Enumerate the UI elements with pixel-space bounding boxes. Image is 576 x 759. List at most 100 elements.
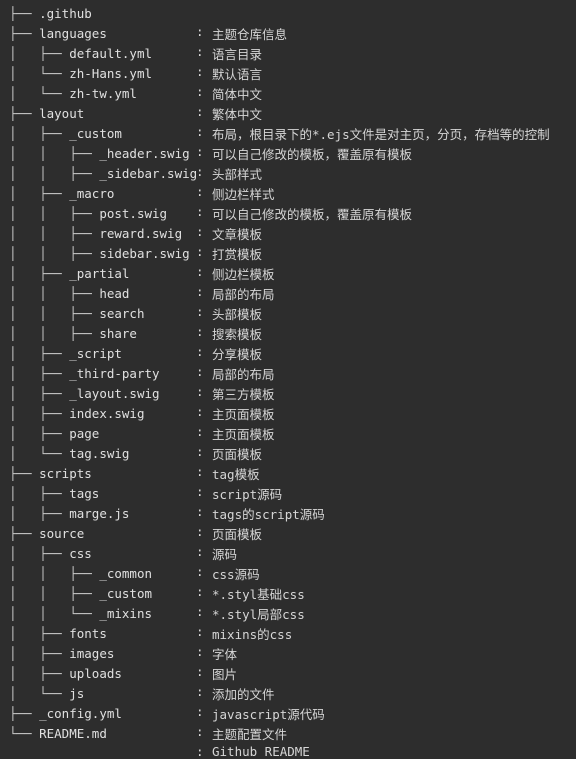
- tree-row: │ └── zh-tw.yml: 繁体中文: [0, 84, 576, 122]
- tree-entry-name: tag.swig: [69, 446, 130, 461]
- tree-branch-glyph: │ └──: [9, 86, 70, 101]
- tree-branch-glyph: │ ├──: [9, 626, 70, 641]
- tree-branch-glyph: │ │ ├──: [9, 246, 100, 261]
- tree-entry-name: share: [99, 326, 137, 341]
- tree-branch-glyph: │ │ ├──: [9, 226, 100, 241]
- tree-branch-glyph: │ │ └──: [9, 606, 100, 621]
- tree-row: │ │ ├── reward.swig: 打赏模板: [0, 224, 576, 262]
- tree-row: │ ├── _partial: 局部的布局: [0, 264, 576, 302]
- tree-entry-name: default.yml: [69, 46, 153, 61]
- tree-row: │ │ ├── sidebar.swig: 侧边栏模板: [0, 244, 576, 282]
- tree-entry-name: scripts: [39, 466, 92, 481]
- tree-entry-name: images: [69, 646, 115, 661]
- tree-row: │ ├── _script: 局部的布局: [0, 344, 576, 382]
- tree-branch-glyph: │ ├──: [9, 46, 70, 61]
- tree-branch-glyph: │ ├──: [9, 486, 70, 501]
- tree-entry-name: reward.swig: [99, 226, 183, 241]
- tree-row: │ │ ├── _header.swig: 头部样式: [0, 144, 576, 182]
- tree-branch-glyph: │ ├──: [9, 546, 70, 561]
- tree-entry-name: languages: [39, 26, 107, 41]
- tree-entry-name: post.swig: [99, 206, 168, 221]
- tree-branch-glyph: │ │ ├──: [9, 286, 100, 301]
- tree-branch-glyph: ├──: [9, 6, 40, 21]
- tree-entry-name: _header.swig: [99, 146, 190, 161]
- tree-entry-name: _partial: [69, 266, 130, 281]
- tree-entry-name: _script: [69, 346, 122, 361]
- tree-entry-name: source: [39, 526, 85, 541]
- tree-entry-name: uploads: [69, 666, 122, 681]
- tree-branch-glyph: │ │ ├──: [9, 306, 100, 321]
- tree-row: │ │ └── _mixins: mixins的css: [0, 604, 576, 642]
- tree-entry-name: _mixins: [99, 606, 152, 621]
- tree-branch-glyph: │ │ ├──: [9, 566, 100, 581]
- tree-entry-name: _third-party: [69, 366, 160, 381]
- tree-branch-glyph: ├──: [9, 26, 40, 41]
- tree-branch-glyph: │ ├──: [9, 646, 70, 661]
- tree-entry-name: _config.yml: [39, 706, 122, 721]
- tree-branch-glyph: ├──: [9, 526, 40, 541]
- tree-branch-glyph: │ ├──: [9, 126, 70, 141]
- tree-branch-glyph: │ ├──: [9, 406, 70, 421]
- tree-row: │ │ ├── _sidebar.swig: 侧边栏样式: [0, 164, 576, 202]
- tree-branch-glyph: ├──: [9, 466, 40, 481]
- tree-entry-name: README.md: [39, 726, 107, 741]
- tree-row: │ ├── tags: tags的script源码: [0, 484, 576, 522]
- tree-entry-name: _layout.swig: [69, 386, 160, 401]
- tree-row: │ └── zh-Hans.yml: 简体中文: [0, 64, 576, 102]
- tree-row: │ └── js: javascript源代码: [0, 684, 576, 722]
- tree-branch-glyph: │ │ ├──: [9, 146, 100, 161]
- tree-row: ├── scripts: script源码: [0, 464, 576, 502]
- tree-branch-glyph: │ ├──: [9, 386, 70, 401]
- tree-entry-name: _macro: [69, 186, 115, 201]
- tree-row: │ │ ├── search: 搜索模板: [0, 304, 576, 342]
- tree-branch-glyph: │ │ ├──: [9, 206, 100, 221]
- tree-row: │ ├── images: 图片: [0, 644, 576, 682]
- tree-row: ├── layout: 布局，根目录下的*.ejs文件是对主页，分页，存档等的控制: [0, 104, 576, 142]
- tree-branch-glyph: │ ├──: [9, 666, 70, 681]
- tree-branch-glyph: │ ├──: [9, 346, 70, 361]
- tree-row: └── README.md: Github README: [0, 724, 576, 759]
- tree-entry-name: _common: [99, 566, 152, 581]
- tree-entry-name: _custom: [69, 126, 122, 141]
- tree-row: │ │ ├── share: 分享模板: [0, 324, 576, 362]
- tree-row: ├── languages: 语言目录: [0, 24, 576, 62]
- tree-branch-glyph: ├──: [9, 106, 40, 121]
- tree-branch-glyph: │ └──: [9, 446, 70, 461]
- tree-row: │ ├── _custom: 可以自己修改的模板，覆盖原有模板: [0, 124, 576, 162]
- tree-branch-glyph: │ └──: [9, 66, 70, 81]
- tree-row: │ ├── page: 页面模板: [0, 424, 576, 462]
- tree-entry-name: page: [69, 426, 100, 441]
- tree-row: │ ├── index.swig: 主页面模板: [0, 404, 576, 442]
- tree-entry-name: marge.js: [69, 506, 130, 521]
- tree-entry-name: _sidebar.swig: [99, 166, 198, 181]
- tree-entry-name: _custom: [99, 586, 152, 601]
- tree-row: │ ├── css: css源码: [0, 544, 576, 582]
- tree-branch-glyph: └──: [9, 726, 40, 741]
- tree-row: │ └── tag.swig: tag模板: [0, 444, 576, 482]
- tree-row: │ ├── marge.js: 页面模板: [0, 504, 576, 542]
- tree-entry-name: js: [69, 686, 85, 701]
- tree-branch-glyph: │ ├──: [9, 266, 70, 281]
- tree-row: │ ├── _layout.swig: 主页面模板: [0, 384, 576, 422]
- tree-entry-name: css: [69, 546, 92, 561]
- tree-row: │ │ ├── _custom: *.styl局部css: [0, 584, 576, 622]
- tree-entry-name: zh-tw.yml: [69, 86, 137, 101]
- tree-row: ├── _config.yml: 主题配置文件: [0, 704, 576, 742]
- tree-entry-name: zh-Hans.yml: [69, 66, 153, 81]
- tree-row: │ ├── _third-party: 第三方模板: [0, 364, 576, 402]
- tree-row: │ │ ├── _common: *.styl基础css: [0, 564, 576, 602]
- tree-branch-glyph: ├──: [9, 706, 40, 721]
- tree-row: │ ├── _macro: 可以自己修改的模板，覆盖原有模板: [0, 184, 576, 222]
- tree-row: │ ├── uploads: 添加的文件: [0, 664, 576, 702]
- tree-row: │ ├── default.yml: 默认语言: [0, 44, 576, 82]
- tree-entry-name: layout: [39, 106, 85, 121]
- tree-branch-glyph: │ └──: [9, 686, 70, 701]
- tree-branch-glyph: │ ├──: [9, 186, 70, 201]
- tree-entry-name: search: [99, 306, 145, 321]
- directory-tree: ├── .github: 主题仓库信息 ├── languages: 语言目录 │ ├─…: [0, 0, 576, 759]
- tree-branch-glyph: │ │ ├──: [9, 166, 100, 181]
- tree-branch-glyph: │ ├──: [9, 506, 70, 521]
- tree-branch-glyph: │ │ ├──: [9, 586, 100, 601]
- tree-entry-name: sidebar.swig: [99, 246, 190, 261]
- tree-row: ├── source: 源码: [0, 524, 576, 562]
